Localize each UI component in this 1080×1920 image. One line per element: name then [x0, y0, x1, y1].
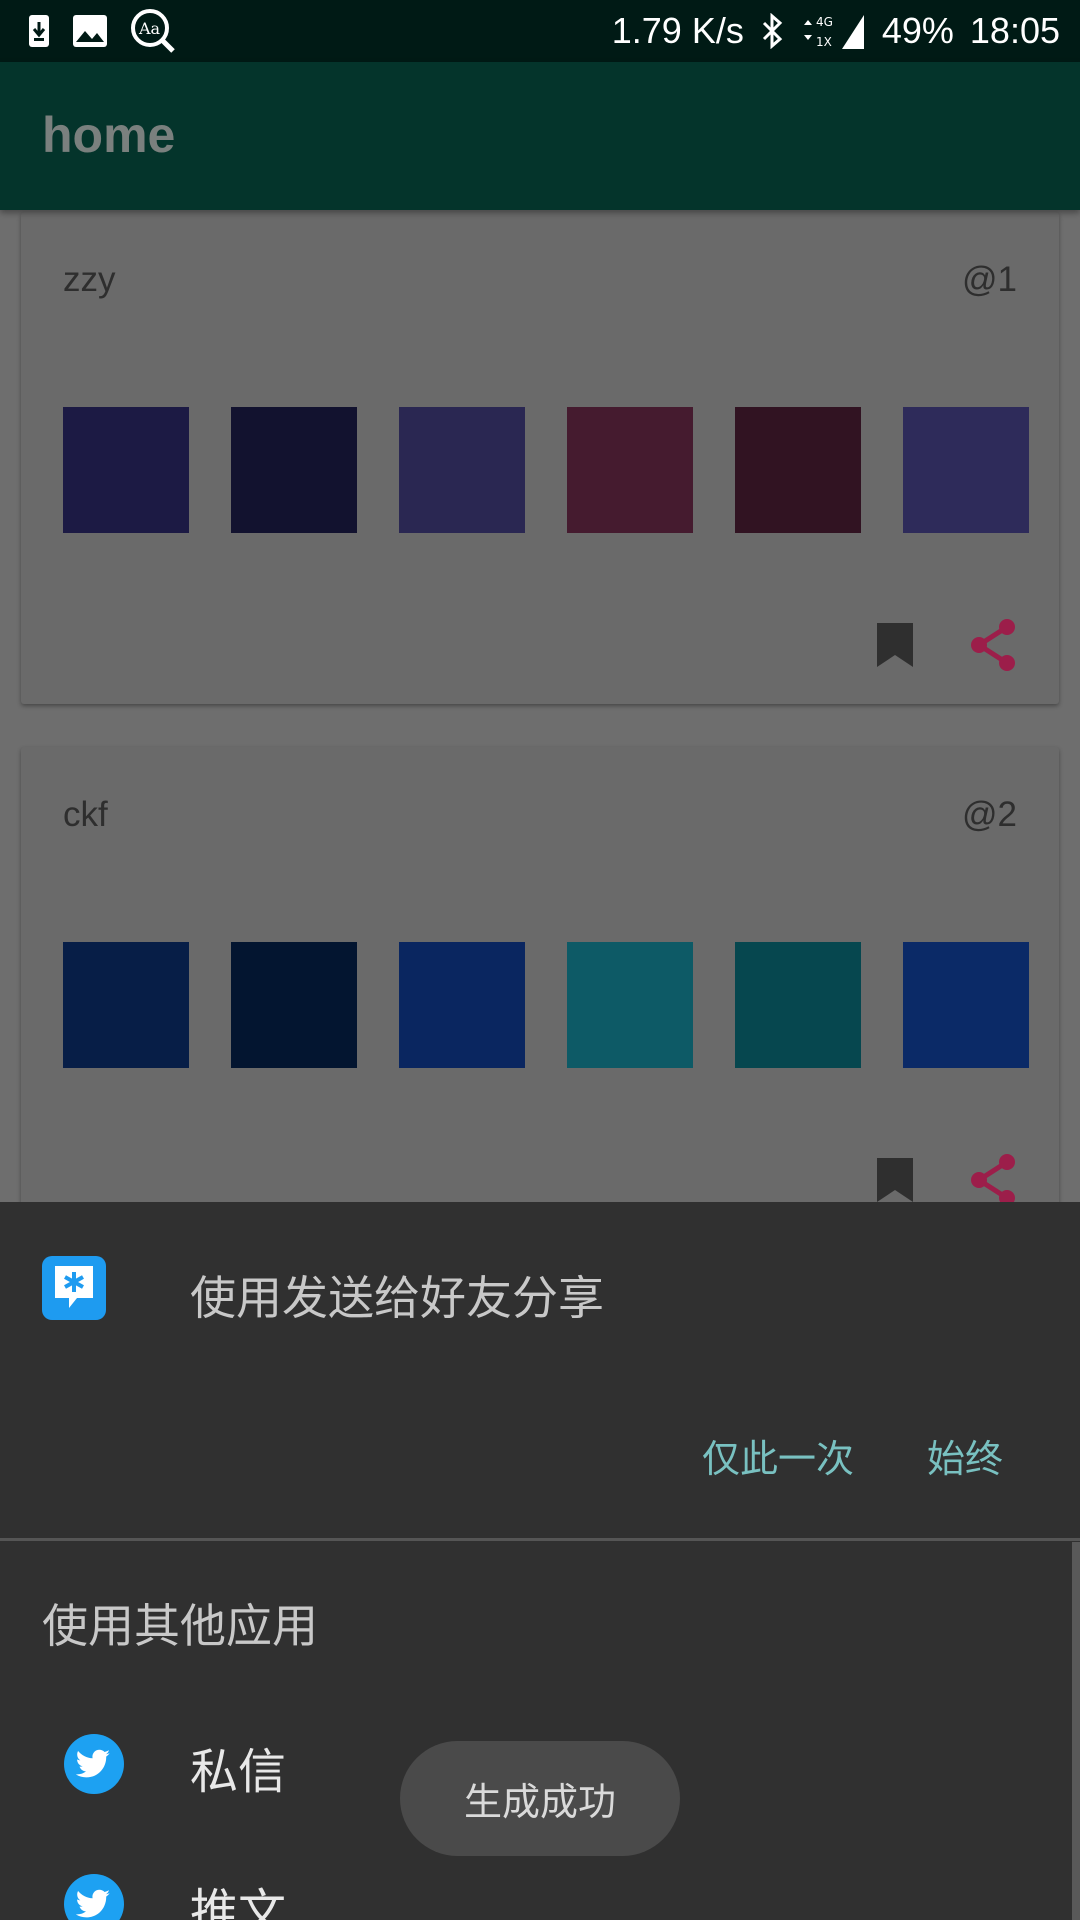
color-swatch[interactable] — [399, 407, 525, 533]
color-swatch[interactable] — [231, 942, 357, 1068]
app-bar: home — [0, 62, 1080, 210]
share-icon[interactable] — [967, 1152, 1019, 1202]
bookmark-icon[interactable] — [875, 1156, 915, 1202]
palette-card[interactable]: ckf @2 — [21, 747, 1059, 1202]
preferred-app-title: 使用发送给好友分享 — [190, 1271, 604, 1325]
card-id: @2 — [962, 795, 1017, 834]
sim-type: 1X — [816, 35, 832, 49]
color-swatches — [63, 942, 1029, 1068]
app-label: 推文 — [190, 1884, 287, 1920]
just-once-button[interactable]: 仅此一次 — [702, 1428, 854, 1483]
color-swatch[interactable] — [231, 407, 357, 533]
toast-message: 生成成功 — [400, 1741, 680, 1856]
status-bar: Aa 1.79 K/s 4G 1X 49% 18:05 — [0, 0, 1080, 62]
color-swatch[interactable] — [399, 942, 525, 1068]
share-icon[interactable] — [967, 617, 1019, 677]
font-zoom-icon: Aa — [130, 8, 176, 54]
other-apps-title: 使用其他应用 — [42, 1599, 318, 1653]
twitter-icon — [64, 1734, 124, 1794]
color-swatch[interactable] — [735, 407, 861, 533]
card-actions — [875, 1152, 1019, 1202]
network-type: 4G — [816, 15, 833, 29]
color-swatch[interactable] — [567, 407, 693, 533]
always-button[interactable]: 始终 — [927, 1428, 1003, 1483]
app-label: 私信 — [190, 1744, 287, 1800]
clock: 18:05 — [969, 10, 1060, 51]
palette-card[interactable]: zzy @1 — [21, 212, 1059, 704]
scrollbar[interactable] — [1072, 1542, 1080, 1920]
net-speed: 1.79 K/s — [611, 10, 744, 51]
card-username: ckf — [63, 795, 108, 834]
divider — [0, 1538, 1080, 1541]
image-icon — [72, 14, 108, 48]
color-swatch[interactable] — [63, 407, 189, 533]
card-username: zzy — [63, 260, 116, 299]
status-left-icons: Aa — [28, 8, 176, 54]
color-swatch[interactable] — [903, 942, 1029, 1068]
messenger-app-icon — [42, 1256, 106, 1320]
download-icon — [28, 14, 50, 48]
bluetooth-icon — [760, 13, 784, 49]
svg-text:Aa: Aa — [138, 19, 161, 38]
status-right: 1.79 K/s 4G 1X 49% 18:05 — [612, 0, 1060, 62]
twitter-icon — [64, 1874, 124, 1920]
signal-icon: 4G 1X — [800, 11, 866, 51]
color-swatch[interactable] — [567, 942, 693, 1068]
color-swatch[interactable] — [903, 407, 1029, 533]
bookmark-icon[interactable] — [875, 621, 915, 673]
color-swatch[interactable] — [735, 942, 861, 1068]
page-title: home — [42, 107, 176, 163]
color-swatch[interactable] — [63, 942, 189, 1068]
battery-level: 49% — [881, 10, 954, 51]
card-list[interactable]: zzy @1 ckf @2 — [0, 210, 1080, 1202]
card-id: @1 — [962, 260, 1017, 299]
color-swatches — [63, 407, 1029, 533]
card-actions — [875, 617, 1019, 677]
